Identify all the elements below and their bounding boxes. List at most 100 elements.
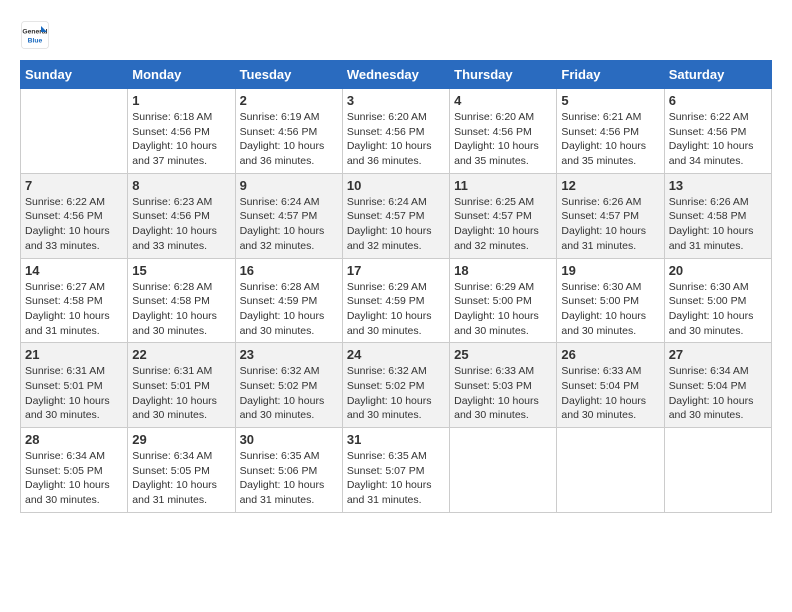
calendar-cell: 3 Sunrise: 6:20 AMSunset: 4:56 PMDaylight…: [342, 89, 449, 174]
svg-text:Blue: Blue: [28, 38, 43, 45]
day-number: 17: [347, 263, 445, 278]
calendar-cell: 26 Sunrise: 6:33 AMSunset: 5:04 PMDayligh…: [557, 343, 664, 428]
week-row-1: 1 Sunrise: 6:18 AMSunset: 4:56 PMDaylight…: [21, 89, 772, 174]
day-info: Sunrise: 6:18 AMSunset: 4:56 PMDaylight:…: [132, 110, 230, 169]
day-info: Sunrise: 6:27 AMSunset: 4:58 PMDaylight:…: [25, 280, 123, 339]
day-info: Sunrise: 6:34 AMSunset: 5:05 PMDaylight:…: [132, 449, 230, 508]
day-info: Sunrise: 6:35 AMSunset: 5:07 PMDaylight:…: [347, 449, 445, 508]
day-header-friday: Friday: [557, 61, 664, 89]
day-number: 16: [240, 263, 338, 278]
day-number: 23: [240, 347, 338, 362]
calendar-cell: 24 Sunrise: 6:32 AMSunset: 5:02 PMDayligh…: [342, 343, 449, 428]
logo-icon: General Blue: [20, 20, 50, 50]
calendar-cell: 8Sunrise: 6:23 AMSunset: 4:56 PMDaylight…: [128, 173, 235, 258]
calendar-cell: 6 Sunrise: 6:22 AMSunset: 4:56 PMDaylight…: [664, 89, 771, 174]
day-info: Sunrise: 6:22 AMSunset: 4:56 PMDaylight:…: [25, 195, 123, 254]
day-header-tuesday: Tuesday: [235, 61, 342, 89]
day-info: Sunrise: 6:34 AMSunset: 5:05 PMDaylight:…: [25, 449, 123, 508]
day-number: 5: [561, 93, 659, 108]
day-info: Sunrise: 6:20 AMSunset: 4:56 PMDaylight:…: [347, 110, 445, 169]
calendar-cell: 14 Sunrise: 6:27 AMSunset: 4:58 PMDayligh…: [21, 258, 128, 343]
day-number: 15: [132, 263, 230, 278]
logo: General Blue: [20, 20, 54, 50]
day-info: Sunrise: 6:28 AMSunset: 4:58 PMDaylight:…: [132, 280, 230, 339]
calendar-cell: 30 Sunrise: 6:35 AMSunset: 5:06 PMDayligh…: [235, 428, 342, 513]
day-info: Sunrise: 6:30 AMSunset: 5:00 PMDaylight:…: [561, 280, 659, 339]
calendar-cell: 12 Sunrise: 6:26 AMSunset: 4:57 PMDayligh…: [557, 173, 664, 258]
day-number: 24: [347, 347, 445, 362]
day-info: Sunrise: 6:26 AMSunset: 4:58 PMDaylight:…: [669, 195, 767, 254]
day-number: 3: [347, 93, 445, 108]
day-info: Sunrise: 6:32 AMSunset: 5:02 PMDaylight:…: [347, 364, 445, 423]
week-row-2: 7 Sunrise: 6:22 AMSunset: 4:56 PMDaylight…: [21, 173, 772, 258]
day-info: Sunrise: 6:22 AMSunset: 4:56 PMDaylight:…: [669, 110, 767, 169]
day-info: Sunrise: 6:31 AMSunset: 5:01 PMDaylight:…: [132, 364, 230, 423]
header-row: SundayMondayTuesdayWednesdayThursdayFrid…: [21, 61, 772, 89]
day-number: 26: [561, 347, 659, 362]
day-number: 13: [669, 178, 767, 193]
day-info: Sunrise: 6:24 AMSunset: 4:57 PMDaylight:…: [347, 195, 445, 254]
day-info: Sunrise: 6:35 AMSunset: 5:06 PMDaylight:…: [240, 449, 338, 508]
calendar-cell: 5Sunrise: 6:21 AMSunset: 4:56 PMDaylight…: [557, 89, 664, 174]
day-info: Sunrise: 6:24 AMSunset: 4:57 PMDaylight:…: [240, 195, 338, 254]
calendar-cell: 9 Sunrise: 6:24 AMSunset: 4:57 PMDaylight…: [235, 173, 342, 258]
calendar-cell: 31Sunrise: 6:35 AMSunset: 5:07 PMDayligh…: [342, 428, 449, 513]
day-number: 18: [454, 263, 552, 278]
day-header-thursday: Thursday: [450, 61, 557, 89]
day-number: 14: [25, 263, 123, 278]
day-number: 12: [561, 178, 659, 193]
calendar-cell: [557, 428, 664, 513]
calendar-table: SundayMondayTuesdayWednesdayThursdayFrid…: [20, 60, 772, 513]
calendar-cell: 27 Sunrise: 6:34 AMSunset: 5:04 PMDayligh…: [664, 343, 771, 428]
calendar-cell: 16 Sunrise: 6:28 AMSunset: 4:59 PMDayligh…: [235, 258, 342, 343]
day-number: 11: [454, 178, 552, 193]
day-number: 4: [454, 93, 552, 108]
calendar-cell: [664, 428, 771, 513]
day-number: 10: [347, 178, 445, 193]
calendar-cell: 21 Sunrise: 6:31 AMSunset: 5:01 PMDayligh…: [21, 343, 128, 428]
day-number: 6: [669, 93, 767, 108]
calendar-cell: 1 Sunrise: 6:18 AMSunset: 4:56 PMDaylight…: [128, 89, 235, 174]
week-row-3: 14 Sunrise: 6:27 AMSunset: 4:58 PMDayligh…: [21, 258, 772, 343]
day-number: 28: [25, 432, 123, 447]
day-info: Sunrise: 6:33 AMSunset: 5:04 PMDaylight:…: [561, 364, 659, 423]
day-number: 30: [240, 432, 338, 447]
calendar-cell: 13 Sunrise: 6:26 AMSunset: 4:58 PMDayligh…: [664, 173, 771, 258]
day-info: Sunrise: 6:30 AMSunset: 5:00 PMDaylight:…: [669, 280, 767, 339]
week-row-5: 28 Sunrise: 6:34 AMSunset: 5:05 PMDayligh…: [21, 428, 772, 513]
day-info: Sunrise: 6:32 AMSunset: 5:02 PMDaylight:…: [240, 364, 338, 423]
page-header: General Blue: [20, 20, 772, 50]
calendar-cell: 20 Sunrise: 6:30 AMSunset: 5:00 PMDayligh…: [664, 258, 771, 343]
day-number: 7: [25, 178, 123, 193]
day-number: 9: [240, 178, 338, 193]
day-number: 1: [132, 93, 230, 108]
day-info: Sunrise: 6:28 AMSunset: 4:59 PMDaylight:…: [240, 280, 338, 339]
day-number: 20: [669, 263, 767, 278]
day-header-sunday: Sunday: [21, 61, 128, 89]
calendar-cell: 10 Sunrise: 6:24 AMSunset: 4:57 PMDayligh…: [342, 173, 449, 258]
calendar-cell: 22 Sunrise: 6:31 AMSunset: 5:01 PMDayligh…: [128, 343, 235, 428]
day-header-wednesday: Wednesday: [342, 61, 449, 89]
calendar-cell: 19Sunrise: 6:30 AMSunset: 5:00 PMDayligh…: [557, 258, 664, 343]
calendar-cell: 18 Sunrise: 6:29 AMSunset: 5:00 PMDayligh…: [450, 258, 557, 343]
calendar-cell: 15 Sunrise: 6:28 AMSunset: 4:58 PMDayligh…: [128, 258, 235, 343]
day-header-saturday: Saturday: [664, 61, 771, 89]
day-header-monday: Monday: [128, 61, 235, 89]
day-info: Sunrise: 6:31 AMSunset: 5:01 PMDaylight:…: [25, 364, 123, 423]
day-info: Sunrise: 6:29 AMSunset: 5:00 PMDaylight:…: [454, 280, 552, 339]
calendar-cell: 11Sunrise: 6:25 AMSunset: 4:57 PMDayligh…: [450, 173, 557, 258]
calendar-cell: [450, 428, 557, 513]
calendar-cell: 28 Sunrise: 6:34 AMSunset: 5:05 PMDayligh…: [21, 428, 128, 513]
week-row-4: 21 Sunrise: 6:31 AMSunset: 5:01 PMDayligh…: [21, 343, 772, 428]
day-number: 22: [132, 347, 230, 362]
day-info: Sunrise: 6:34 AMSunset: 5:04 PMDaylight:…: [669, 364, 767, 423]
day-info: Sunrise: 6:20 AMSunset: 4:56 PMDaylight:…: [454, 110, 552, 169]
day-number: 21: [25, 347, 123, 362]
day-info: Sunrise: 6:26 AMSunset: 4:57 PMDaylight:…: [561, 195, 659, 254]
day-number: 27: [669, 347, 767, 362]
day-info: Sunrise: 6:23 AMSunset: 4:56 PMDaylight:…: [132, 195, 230, 254]
day-number: 25: [454, 347, 552, 362]
calendar-cell: [21, 89, 128, 174]
day-info: Sunrise: 6:29 AMSunset: 4:59 PMDaylight:…: [347, 280, 445, 339]
calendar-cell: 25Sunrise: 6:33 AMSunset: 5:03 PMDayligh…: [450, 343, 557, 428]
